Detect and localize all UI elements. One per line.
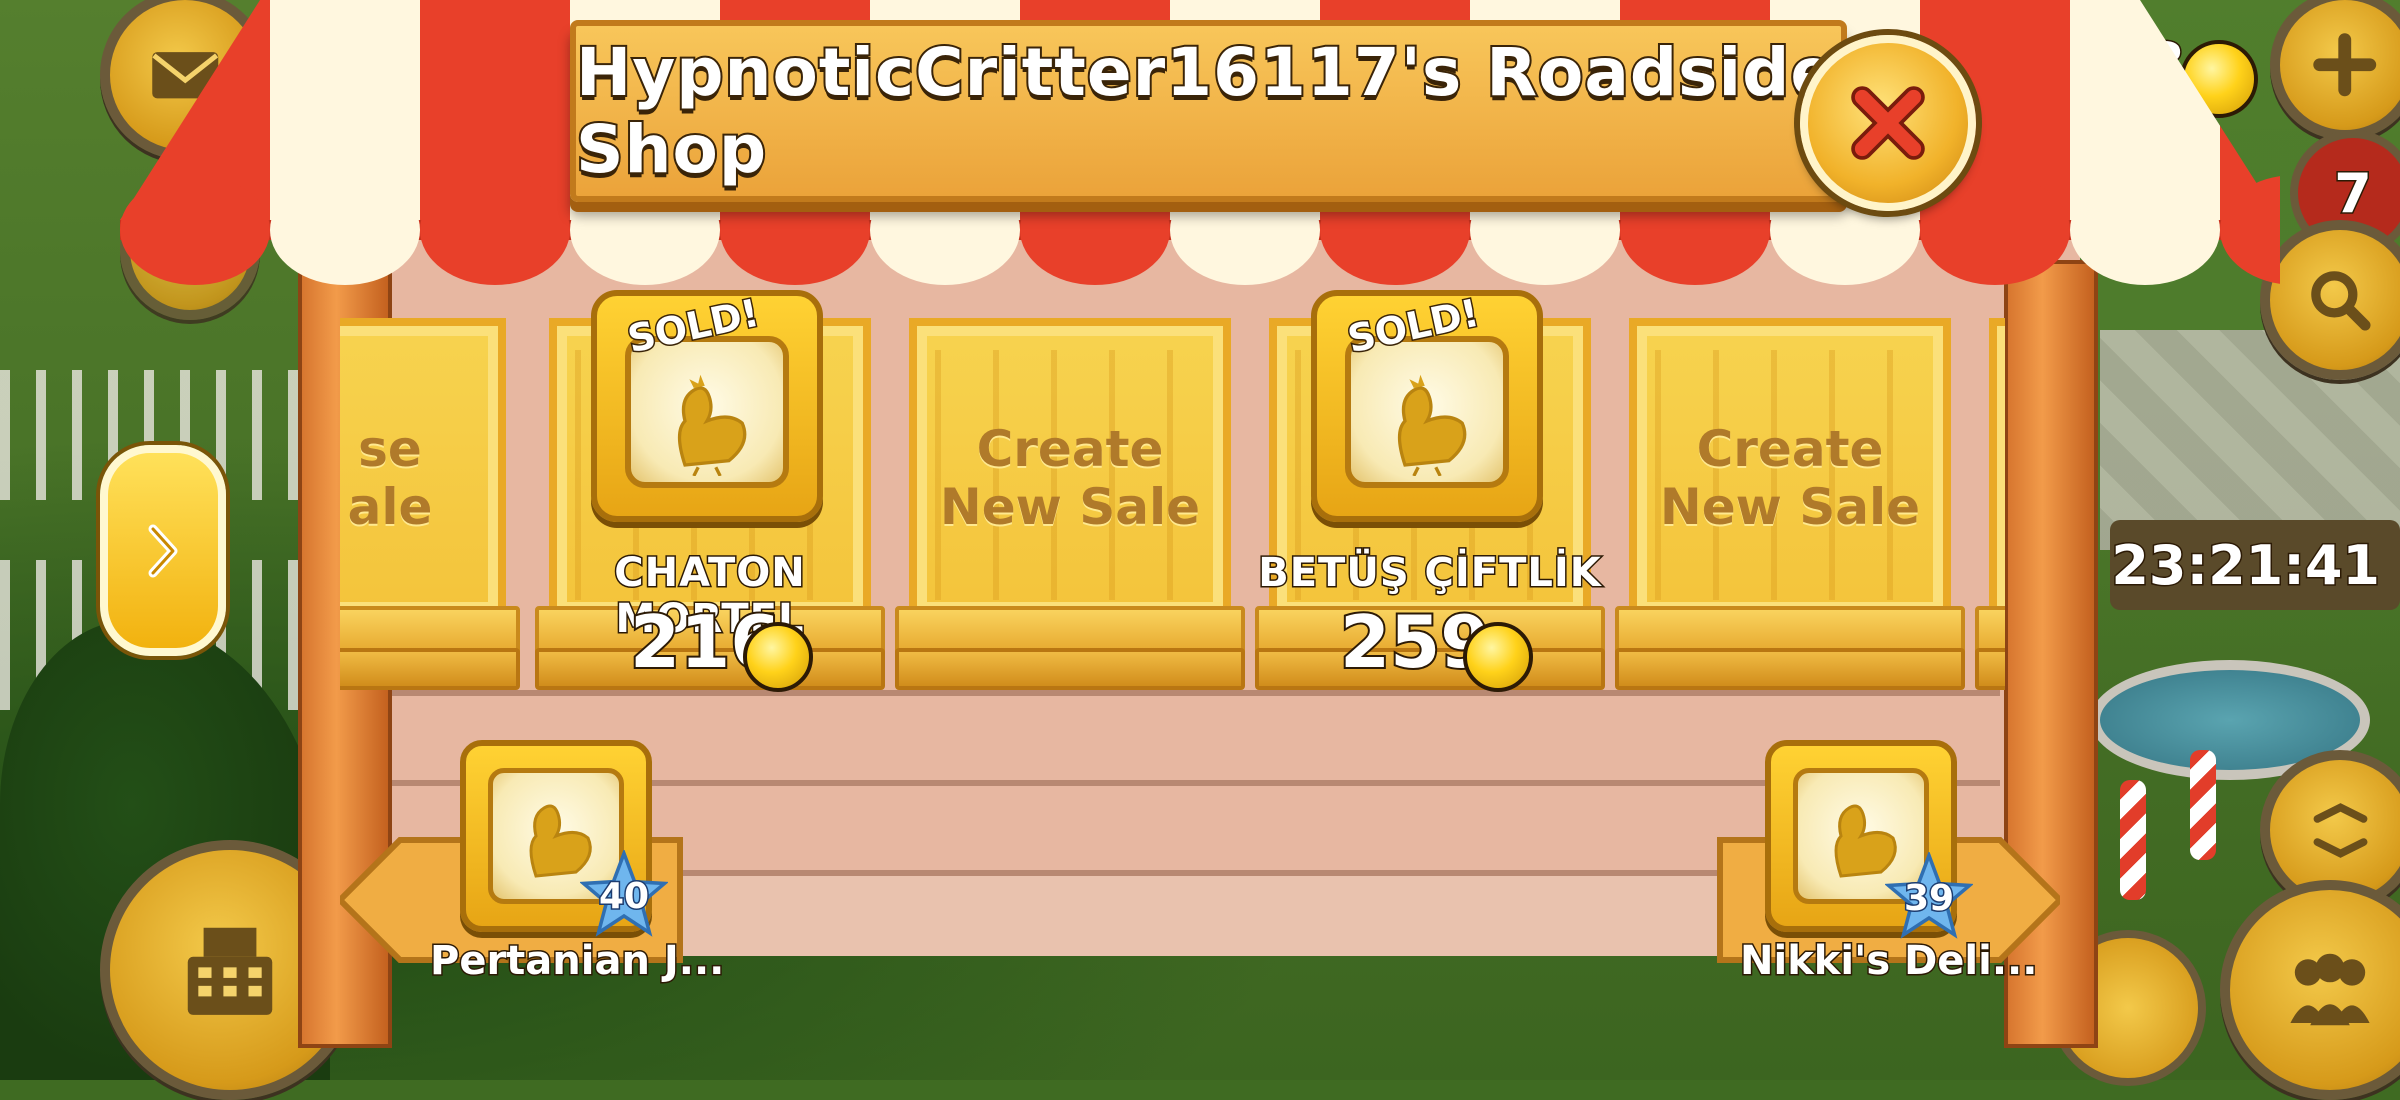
coin-icon xyxy=(1463,622,1533,692)
level-number: 39 xyxy=(1902,877,1955,921)
candy-pole xyxy=(2190,750,2216,860)
sale-slot-1[interactable]: SOLD! CHATON MORTEL 216 xyxy=(535,289,885,692)
cash-register-icon xyxy=(187,927,273,1015)
chicken-icon xyxy=(677,374,747,476)
create-label-line1: Create xyxy=(1696,420,1884,478)
next-shop-button[interactable] xyxy=(100,445,226,656)
level-star-left: 40 xyxy=(580,850,668,938)
sale-slot-3[interactable]: SOLD! BETÜŞ ÇİFTLİK 259 xyxy=(1255,289,1605,692)
chicken-icon xyxy=(1397,374,1467,476)
sold-item-tile[interactable]: SOLD! xyxy=(1311,289,1543,522)
sale-slot-2[interactable]: Create New Sale xyxy=(895,310,1245,690)
timer-panel: 23:21:41 xyxy=(2110,520,2400,610)
candy-pole xyxy=(2120,780,2146,900)
sale-slot-partial-right[interactable] xyxy=(1975,310,2005,690)
awning-scallop xyxy=(420,175,570,285)
create-label-line1: Create xyxy=(976,420,1164,478)
create-label-partial-line2: ale xyxy=(347,478,433,536)
awning-scallop xyxy=(270,175,420,285)
neighbor-right-name: Nikki's Deli... xyxy=(1738,937,2038,986)
shop-title: HypnoticCritter16117's Roadside Shop xyxy=(574,32,1837,190)
coin-icon xyxy=(743,622,813,692)
sold-item-tile[interactable]: SOLD! xyxy=(591,289,823,522)
close-button[interactable] xyxy=(1800,35,1976,211)
create-label-line2: New Sale xyxy=(939,478,1201,536)
timer-text: 23:21:41 xyxy=(2110,532,2382,598)
friends-icon xyxy=(2290,953,2370,1026)
awning-scallop xyxy=(120,175,270,285)
expand-icon xyxy=(2313,802,2367,858)
sale-slot-4[interactable]: Create New Sale xyxy=(1615,310,1965,690)
level-number: 40 xyxy=(597,875,650,919)
plus-icon xyxy=(2313,33,2377,97)
magnifier-icon xyxy=(2310,270,2371,331)
shelf-divider xyxy=(380,690,2000,696)
level-star-right: 39 xyxy=(1885,852,1973,940)
seller-name: BETÜŞ ÇİFTLİK xyxy=(1257,549,1603,598)
close-icon xyxy=(1851,86,1925,160)
diamond-count: 7 xyxy=(2333,160,2374,226)
create-label-partial-line1: se xyxy=(358,420,422,478)
create-label-line2: New Sale xyxy=(1659,478,1921,536)
awning-scallop xyxy=(2070,175,2220,285)
sale-slot-partial-left[interactable]: se ale xyxy=(340,310,520,690)
shop-title-banner: HypnoticCritter16117's Roadside Shop xyxy=(570,20,1847,202)
neighbor-left-name: Pertanian J... xyxy=(428,937,725,986)
chevron-right-icon xyxy=(148,524,178,577)
